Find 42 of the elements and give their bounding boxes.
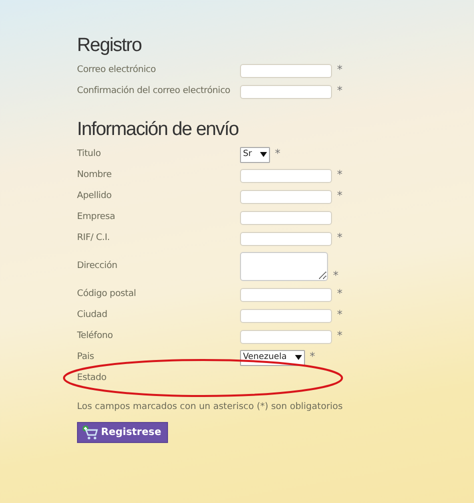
- field-label: Ciudad: [77, 308, 108, 322]
- required-asterisk: *: [337, 188, 342, 204]
- field-label: Apellido: [77, 190, 113, 203]
- input-field[interactable]: [240, 210, 332, 224]
- required-asterisk: *: [310, 349, 316, 365]
- register-button[interactable]: Registrese: [77, 422, 168, 442]
- required-asterisk: *: [337, 286, 342, 302]
- field-label: Estado: [77, 372, 108, 385]
- field-label: Teléfono: [77, 330, 114, 343]
- required-asterisk: *: [337, 83, 342, 99]
- required-asterisk: *: [337, 307, 342, 323]
- cart-icon: [82, 424, 98, 440]
- text-area[interactable]: [240, 252, 328, 281]
- input-field[interactable]: [240, 64, 332, 78]
- caret-icon: [294, 355, 302, 360]
- input-field[interactable]: [240, 168, 332, 182]
- input-field[interactable]: [240, 232, 332, 246]
- required-note: Los campos marcados con un asterisco (*) son obligatorios: [77, 401, 344, 414]
- field-label: RIF/ C.I.: [77, 232, 111, 245]
- required-asterisk: *: [337, 62, 342, 78]
- required-asterisk: *: [337, 230, 342, 246]
- required-asterisk: *: [337, 328, 342, 344]
- caret-icon: [260, 152, 267, 157]
- field-label: Nombre: [77, 168, 113, 182]
- field-label: Código postal: [77, 288, 137, 301]
- field-label: Correo electrónico: [77, 64, 157, 77]
- section-heading: Información de envío: [77, 118, 240, 142]
- field-label: Empresa: [77, 210, 116, 224]
- field-label: Titulo: [77, 148, 102, 161]
- field-label: Confirmación del correo electrónico: [77, 84, 232, 98]
- section-heading: Registro: [77, 34, 142, 58]
- required-asterisk: *: [274, 146, 280, 162]
- input-field[interactable]: [240, 330, 332, 344]
- required-asterisk: *: [337, 167, 342, 183]
- field-label: Pais: [77, 350, 95, 364]
- input-field[interactable]: [240, 84, 332, 98]
- dropdown[interactable]: Sr: [240, 146, 270, 162]
- field-label: Dirección: [77, 260, 118, 273]
- input-field[interactable]: [240, 288, 332, 302]
- required-asterisk: *: [333, 268, 338, 284]
- input-field[interactable]: [240, 190, 332, 204]
- input-field[interactable]: [240, 308, 332, 322]
